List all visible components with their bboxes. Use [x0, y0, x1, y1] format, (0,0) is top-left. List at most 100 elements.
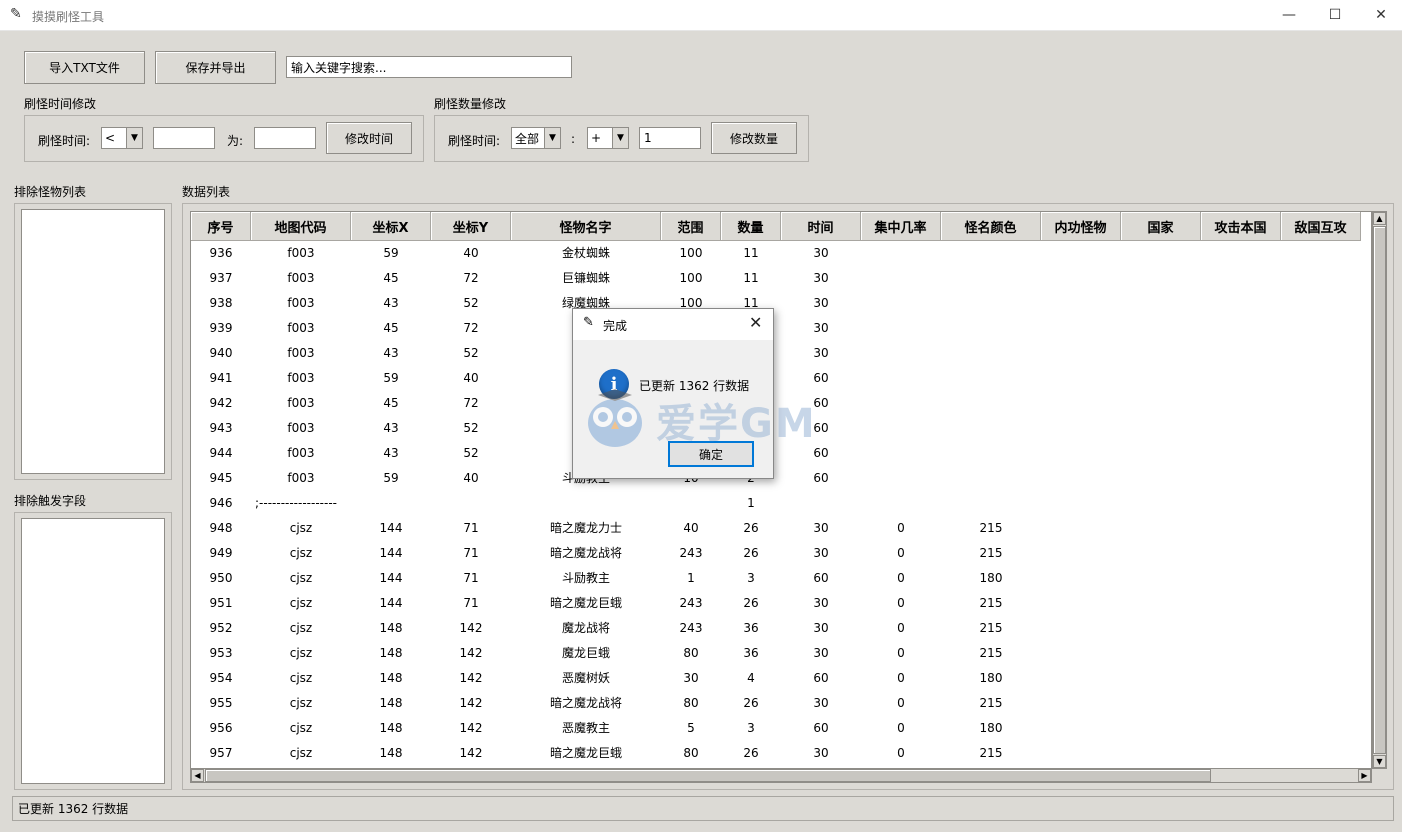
- table-row[interactable]: 940f0034352圣30: [191, 341, 1371, 366]
- scroll-left-icon[interactable]: ◀: [191, 769, 204, 782]
- maximize-button[interactable]: ☐: [1312, 0, 1358, 31]
- table-row[interactable]: 956 cjsz 148 142 恶魔教主 5 3 60 0 180: [191, 716, 1371, 741]
- scroll-down-icon[interactable]: ▼: [1373, 755, 1386, 768]
- table-cell: 72: [463, 271, 479, 285]
- table-cell: 43: [383, 446, 399, 460]
- table-cell: [1201, 391, 1281, 416]
- table-row[interactable]: 954 cjsz 148 142 恶魔树妖 30 4 60 0 180: [191, 666, 1371, 691]
- table-cell: 215: [979, 696, 1003, 710]
- column-header[interactable]: 时间: [781, 212, 861, 241]
- table-row[interactable]: 957 cjsz 148 142 暗之魔龙巨蛾 80 26 30 0 215: [191, 741, 1371, 766]
- table-cell: cjsz: [289, 521, 313, 535]
- table-cell: [941, 416, 1041, 441]
- column-header[interactable]: 国家: [1121, 212, 1201, 241]
- table-cell: [1201, 416, 1281, 441]
- table-row[interactable]: 955 cjsz 148 142 暗之魔龙战将 80 26 30 0 215: [191, 691, 1371, 716]
- table-cell: [1121, 291, 1201, 316]
- table-cell: [1041, 391, 1121, 416]
- column-header[interactable]: 坐标Y: [431, 212, 511, 241]
- table-cell: 243: [679, 621, 703, 635]
- horizontal-scrollbar[interactable]: ◀ ▶: [190, 768, 1372, 783]
- table-cell: 142: [459, 671, 483, 685]
- table-cell: [861, 416, 941, 441]
- time-value-input[interactable]: [153, 127, 215, 149]
- table-row[interactable]: 937 f003 45 72 巨镰蜘蛛 100 11 30: [191, 266, 1371, 291]
- table-row[interactable]: 949 cjsz 144 71 暗之魔龙战将 243 26 30 0 215: [191, 541, 1371, 566]
- save-export-button[interactable]: 保存并导出: [155, 51, 276, 84]
- exclude-monsters-list[interactable]: [21, 209, 165, 474]
- ok-button[interactable]: 确定: [668, 441, 754, 467]
- count-scope-select[interactable]: 全部 ▼: [511, 127, 561, 149]
- table-row[interactable]: 946 ;------------------ 1: [191, 491, 1371, 516]
- count-amount-input[interactable]: 1: [639, 127, 701, 149]
- dialog-close-icon[interactable]: ✕: [749, 313, 762, 332]
- table-cell: 30: [813, 246, 829, 260]
- count-time-label: 刷怪时间:: [448, 134, 501, 148]
- scroll-right-icon[interactable]: ▶: [1358, 769, 1371, 782]
- table-row[interactable]: 941 f003 59 40 60: [191, 366, 1371, 391]
- table-cell: 52: [463, 421, 479, 435]
- table-cell: [861, 366, 941, 391]
- search-input[interactable]: 输入关键字搜索...: [286, 56, 572, 78]
- table-cell: [1041, 241, 1121, 266]
- table-cell: [861, 266, 941, 291]
- scroll-up-icon[interactable]: ▲: [1373, 212, 1386, 225]
- table-cell: [1041, 541, 1121, 566]
- table-row[interactable]: 948 cjsz 144 71 暗之魔龙力士 40 26 30 0 215: [191, 516, 1371, 541]
- column-header[interactable]: 坐标X: [351, 212, 431, 241]
- table-cell: 巨镰蜘蛛: [561, 271, 610, 285]
- column-header[interactable]: 敌国互攻: [1281, 212, 1361, 241]
- table-cell: 948: [209, 521, 233, 535]
- table-cell: [861, 316, 941, 341]
- column-header[interactable]: 数量: [721, 212, 781, 241]
- table-row[interactable]: 939f0034572黑30: [191, 316, 1371, 341]
- table-cell: 0: [897, 646, 905, 660]
- count-op-select[interactable]: + ▼: [587, 127, 629, 149]
- table-row[interactable]: 936 f003 59 40 金杖蜘蛛 100 11 30: [191, 241, 1371, 266]
- data-table[interactable]: 序号 地图代码 坐标X 坐标Y 怪物名字 范围 数量 时间 集中几率 怪名颜色 内功怪物 国家 攻击本国…: [190, 211, 1372, 769]
- close-button[interactable]: ✕: [1358, 0, 1402, 31]
- table-cell: 943: [209, 421, 233, 435]
- table-cell: 144: [379, 521, 403, 535]
- table-row[interactable]: 953 cjsz 148 142 魔龙巨蛾 80 36 30 0 215: [191, 641, 1371, 666]
- table-cell: 148: [379, 721, 403, 735]
- column-header[interactable]: 攻击本国: [1201, 212, 1281, 241]
- table-cell: 暗之魔龙力士: [549, 521, 622, 535]
- table-cell: 30: [683, 671, 699, 685]
- table-cell: 72: [463, 321, 479, 335]
- exclude-fields-list[interactable]: [21, 518, 165, 784]
- table-cell: 30: [813, 746, 829, 760]
- table-cell: [861, 291, 941, 316]
- table-cell: cjsz: [289, 571, 313, 585]
- table-cell: [1201, 691, 1281, 716]
- horizontal-scroll-thumb[interactable]: [205, 769, 1211, 782]
- table-row[interactable]: 945f0035940斗励教主10260: [191, 466, 1371, 491]
- table-cell: 180: [979, 671, 1003, 685]
- column-header[interactable]: 怪物名字: [511, 212, 661, 241]
- table-row[interactable]: 942f0034572恶60: [191, 391, 1371, 416]
- table-row[interactable]: 943f0034352王60: [191, 416, 1371, 441]
- modify-count-button[interactable]: 修改数量: [711, 122, 797, 154]
- table-row[interactable]: 944f0034352暗60: [191, 441, 1371, 466]
- column-header[interactable]: 内功怪物: [1041, 212, 1121, 241]
- table-row[interactable]: 951 cjsz 144 71 暗之魔龙巨蛾 243 26 30 0 215: [191, 591, 1371, 616]
- table-row[interactable]: 938 f003 43 52 绿魔蜘蛛 100 11 30: [191, 291, 1371, 316]
- modify-time-button[interactable]: 修改时间: [326, 122, 412, 154]
- column-header[interactable]: 集中几率: [861, 212, 941, 241]
- table-cell: cjsz: [289, 621, 313, 635]
- time-new-value-input[interactable]: [254, 127, 316, 149]
- column-header[interactable]: 地图代码: [251, 212, 351, 241]
- column-header[interactable]: 怪名颜色: [941, 212, 1041, 241]
- table-row[interactable]: 950 cjsz 144 71 斗励教主 1 3 60 0 180: [191, 566, 1371, 591]
- time-op-select[interactable]: < ▼: [101, 127, 143, 149]
- table-cell: 52: [463, 296, 479, 310]
- table-cell: [941, 291, 1041, 316]
- column-header[interactable]: 序号: [191, 212, 251, 241]
- minimize-button[interactable]: —: [1266, 0, 1312, 31]
- vertical-scroll-thumb[interactable]: [1373, 226, 1386, 754]
- table-cell: 26: [743, 696, 759, 710]
- table-row[interactable]: 952 cjsz 148 142 魔龙战将 243 36 30 0 215: [191, 616, 1371, 641]
- vertical-scrollbar[interactable]: ▲ ▼: [1372, 211, 1387, 769]
- import-txt-button[interactable]: 导入TXT文件: [24, 51, 145, 84]
- column-header[interactable]: 范围: [661, 212, 721, 241]
